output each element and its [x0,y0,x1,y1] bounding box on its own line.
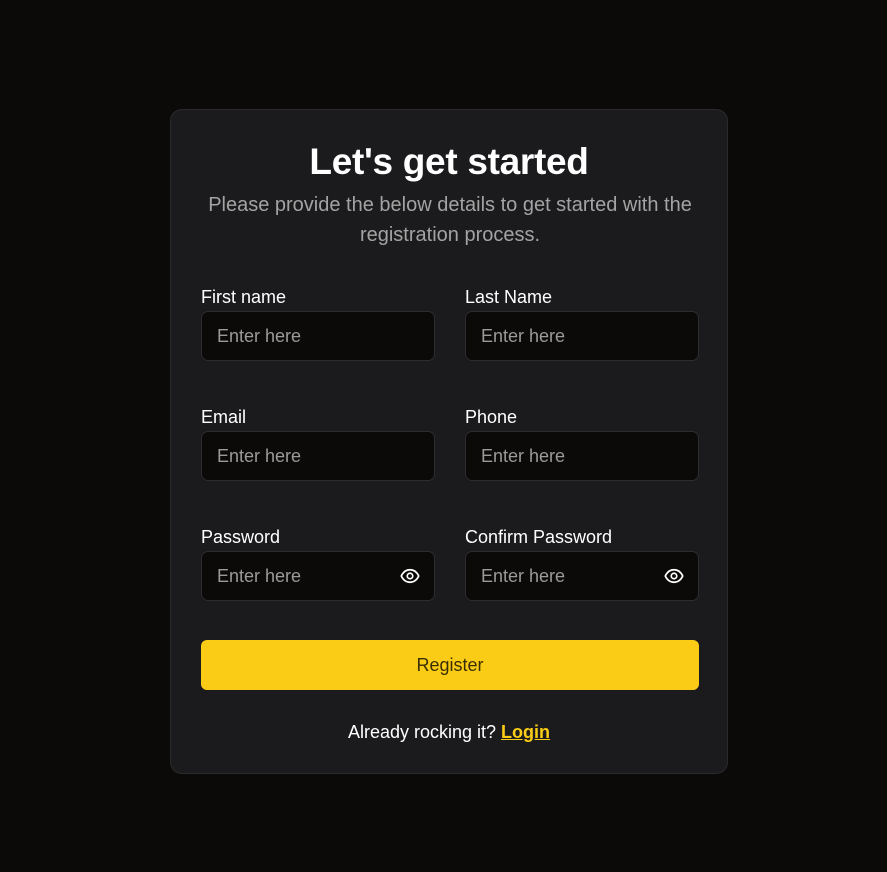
last-name-wrapper [465,311,699,361]
confirm-password-group: Confirm Password [465,526,699,601]
email-wrapper [201,431,435,481]
eye-icon[interactable] [664,566,684,586]
phone-label: Phone [465,407,518,427]
confirm-password-wrapper [465,551,699,601]
first-name-wrapper [201,311,435,361]
login-link[interactable]: Login [501,722,550,742]
login-prompt-text: Already rocking it? [347,722,497,742]
first-name-group: First name [201,286,435,361]
phone-wrapper [465,431,699,481]
page-title: Let's get started [309,141,589,182]
page-subtitle: Please provide the below details to get … [208,194,692,246]
email-input[interactable] [202,432,434,480]
last-name-group: Last Name [465,286,699,361]
last-name-label: Last Name [465,287,553,307]
register-button[interactable]: Register [201,640,699,690]
phone-group: Phone [465,406,699,481]
eye-icon[interactable] [400,566,420,586]
email-label: Email [201,407,247,427]
last-name-input[interactable] [466,312,698,360]
first-name-label: First name [201,287,287,307]
registration-card: Let's get started Please provide the bel… [170,109,728,774]
password-group: Password [201,526,435,601]
email-group: Email [201,406,435,481]
phone-input[interactable] [466,432,698,480]
confirm-password-label: Confirm Password [465,527,613,547]
password-wrapper [201,551,435,601]
password-label: Password [201,527,281,547]
first-name-input[interactable] [202,312,434,360]
login-prompt: Already rocking it? Login [171,721,727,743]
